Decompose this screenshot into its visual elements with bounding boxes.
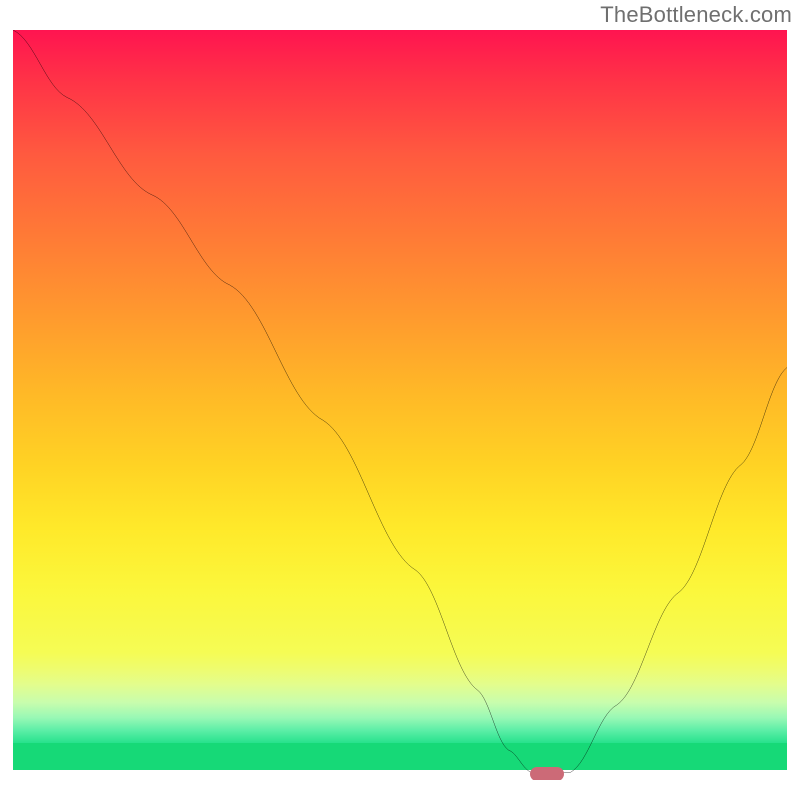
bottleneck-chart: TheBottleneck.com [0, 0, 800, 800]
attribution-label: TheBottleneck.com [600, 2, 792, 28]
bottleneck-curve-path [13, 30, 787, 773]
optimal-marker [530, 767, 564, 780]
plot-area [13, 30, 787, 780]
curve-svg [13, 30, 787, 780]
